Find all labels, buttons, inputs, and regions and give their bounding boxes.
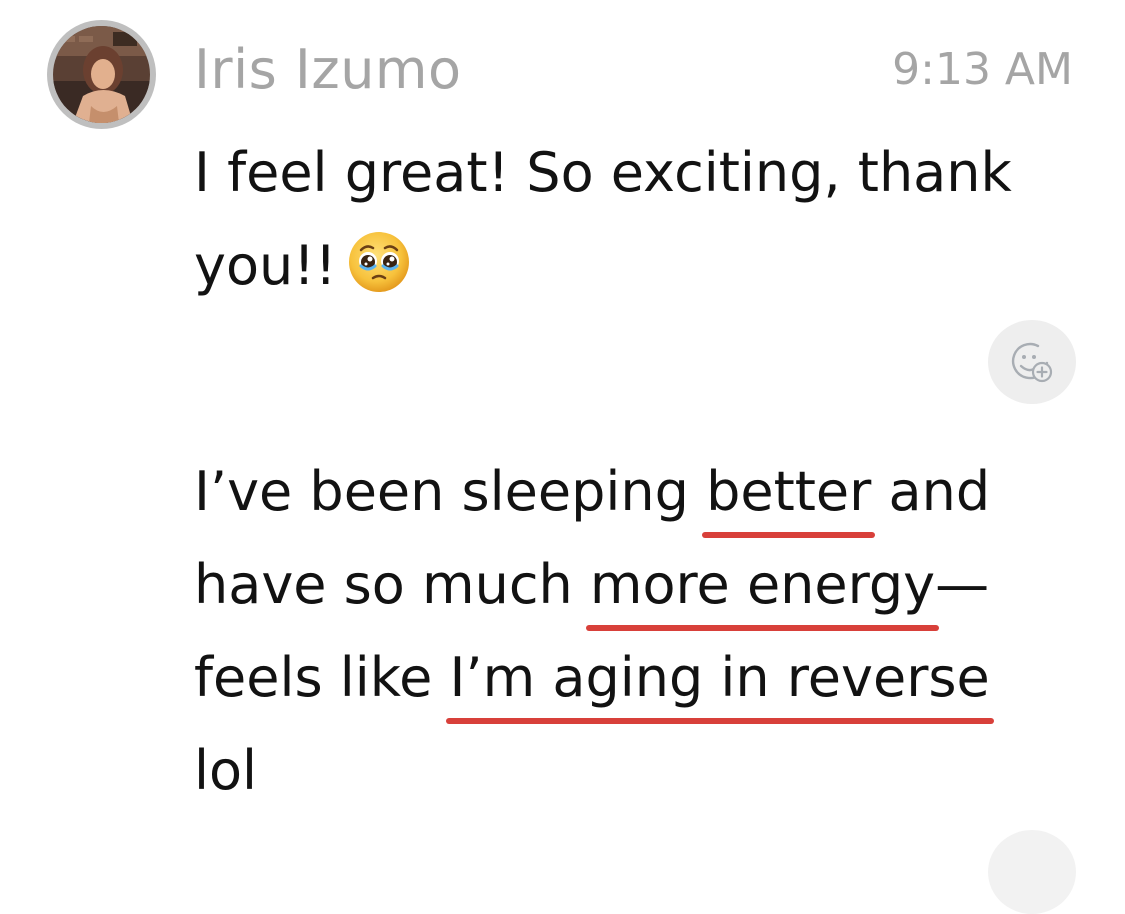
message-line: lol <box>194 724 1094 817</box>
underlined-text: more energy <box>585 538 940 631</box>
message-line: I feel great! So exciting, thank <box>194 126 1094 219</box>
message-line: I’ve been sleeping better and <box>194 445 1094 538</box>
sender-name[interactable]: Iris Izumo <box>194 36 462 104</box>
message-line: you!! <box>194 219 1094 322</box>
message-text: you!! <box>194 234 337 297</box>
message-line: feels like I’m aging in reverse <box>194 631 1094 724</box>
message-bubble-1: I feel great! So exciting, thank you!! <box>194 126 1094 322</box>
message-text: lol <box>194 739 258 802</box>
underlined-text: I’m aging in reverse <box>445 631 995 724</box>
avatar-photo <box>53 26 150 123</box>
message-text: and <box>871 460 991 523</box>
message-bubble-2: I’ve been sleeping better and have so mu… <box>194 445 1094 817</box>
add-reaction-icon <box>1011 342 1053 383</box>
message-text: — <box>935 553 990 616</box>
message-text: I feel great! So exciting, thank <box>194 141 1012 204</box>
pleading-face-emoji-icon <box>347 229 411 322</box>
add-reaction-button[interactable] <box>988 830 1076 914</box>
message-text: have so much <box>194 553 590 616</box>
message-timestamp: 9:13 AM <box>892 44 1073 95</box>
sender-avatar[interactable] <box>47 20 156 129</box>
add-reaction-button[interactable] <box>988 320 1076 404</box>
underlined-text: better <box>702 445 876 538</box>
message-text: feels like <box>194 646 450 709</box>
message-line: have so much more energy— <box>194 538 1094 631</box>
message-text: I’ve been sleeping <box>194 460 707 523</box>
